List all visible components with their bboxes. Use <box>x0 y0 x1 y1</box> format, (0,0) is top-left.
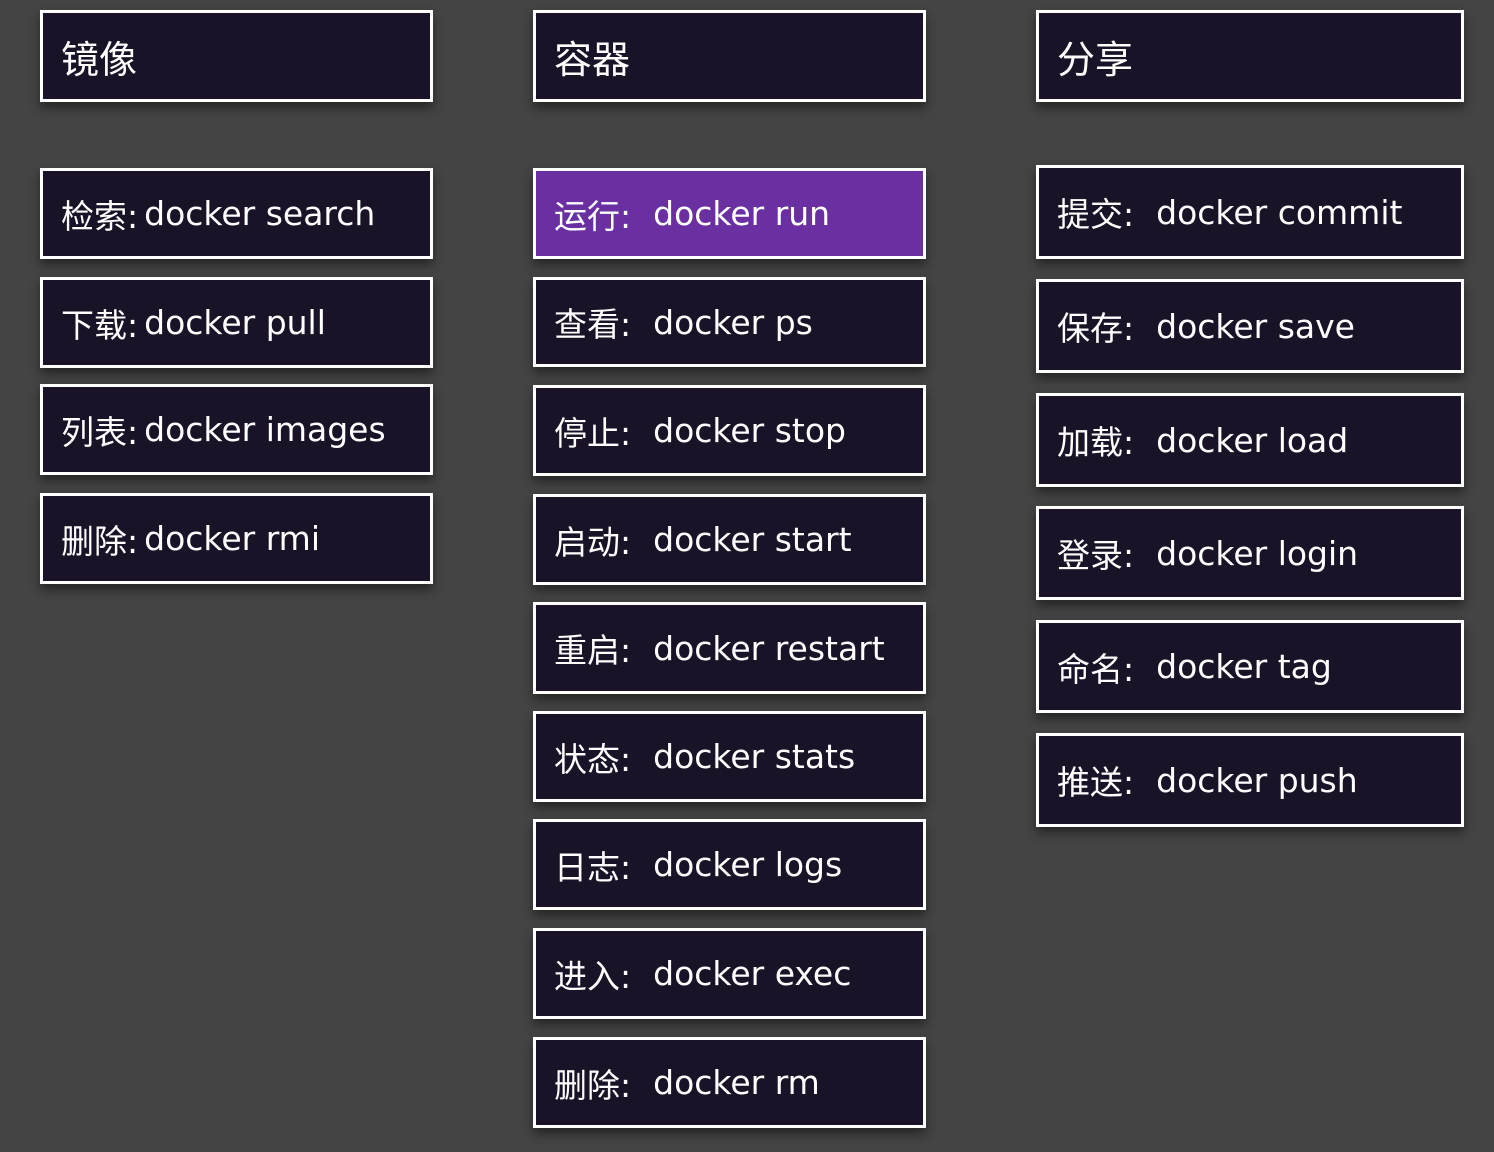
command-text: docker ps <box>653 302 813 342</box>
command-label: 推送: <box>1057 763 1135 802</box>
header-share: 分享 <box>1036 10 1464 102</box>
command-box-docker-stop: 停止: docker stop <box>533 385 926 476</box>
command-box-docker-rm: 删除: docker rm <box>533 1037 926 1128</box>
command-text: docker restart <box>653 628 885 668</box>
command-text: docker login <box>1156 533 1359 573</box>
command-text: docker push <box>1156 760 1358 800</box>
command-label: 删除: <box>61 521 139 561</box>
header-containers-label: 容器 <box>554 37 631 82</box>
command-label: 进入: <box>554 956 632 996</box>
command-label: 查看: <box>554 305 632 344</box>
command-box-docker-search: 检索: docker search <box>40 168 433 259</box>
command-box-docker-stats: 状态: docker stats <box>533 711 926 802</box>
command-text: docker commit <box>1156 192 1403 232</box>
command-text: docker load <box>1156 420 1349 460</box>
command-text: docker exec <box>653 954 852 993</box>
command-text: docker logs <box>653 845 843 884</box>
command-box-docker-start: 启动: docker start <box>533 494 926 585</box>
command-text: docker search <box>144 194 376 233</box>
header-images: 镜像 <box>40 10 433 102</box>
command-text: docker rm <box>653 1063 820 1102</box>
command-box-docker-pull: 下载: docker pull <box>40 277 433 368</box>
command-box-docker-save: 保存: docker save <box>1036 279 1464 373</box>
command-label: 登录: <box>1057 536 1135 575</box>
command-box-docker-logs: 日志: docker logs <box>533 819 926 910</box>
header-images-label: 镜像 <box>61 37 138 82</box>
header-share-label: 分享 <box>1057 37 1134 82</box>
command-text: docker tag <box>1156 647 1332 686</box>
command-text: docker save <box>1156 306 1355 346</box>
command-label: 下载: <box>61 305 139 345</box>
command-box-docker-push: 推送: docker push <box>1036 733 1464 827</box>
command-label: 日志: <box>554 847 632 887</box>
command-label: 重启: <box>554 631 632 670</box>
command-box-docker-exec: 进入: docker exec <box>533 928 926 1019</box>
command-box-docker-run: 运行: docker run <box>533 168 926 259</box>
command-label: 提交: <box>1057 195 1135 234</box>
command-label: 命名: <box>1057 649 1135 689</box>
command-box-docker-restart: 重启: docker restart <box>533 602 926 694</box>
command-box-docker-images: 列表: docker images <box>40 384 433 475</box>
command-text: docker run <box>653 194 831 233</box>
command-label: 启动: <box>554 522 632 562</box>
command-text: docker stop <box>653 411 846 450</box>
command-box-docker-load: 加载: docker load <box>1036 393 1464 487</box>
command-box-docker-commit: 提交: docker commit <box>1036 165 1464 259</box>
command-box-docker-ps: 查看: docker ps <box>533 277 926 367</box>
command-box-docker-login: 登录: docker login <box>1036 506 1464 600</box>
command-label: 状态: <box>554 739 632 779</box>
command-label: 停止: <box>554 413 632 453</box>
command-text: docker images <box>144 410 386 449</box>
command-text: docker pull <box>144 303 326 342</box>
header-containers: 容器 <box>533 10 926 102</box>
command-text: docker stats <box>653 737 856 776</box>
command-label: 列表: <box>61 412 139 452</box>
command-label: 加载: <box>1057 423 1135 462</box>
command-box-docker-tag: 命名: docker tag <box>1036 620 1464 713</box>
command-label: 运行: <box>554 196 632 236</box>
command-label: 保存: <box>1057 309 1135 348</box>
command-label: 检索: <box>61 196 139 236</box>
command-label: 删除: <box>554 1065 632 1105</box>
command-text: docker rmi <box>144 519 321 558</box>
command-text: docker start <box>653 520 852 559</box>
command-box-docker-rmi: 删除: docker rmi <box>40 493 433 584</box>
